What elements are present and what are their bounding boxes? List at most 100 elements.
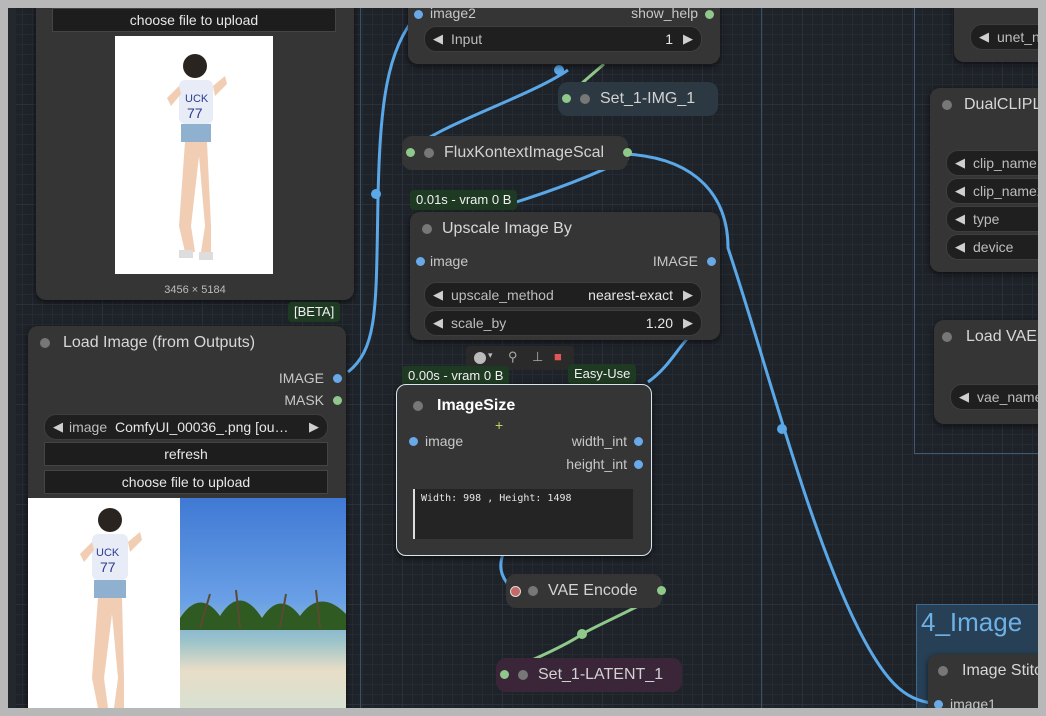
choose-file-button[interactable]: choose file to upload [44,470,328,494]
upscale-input-socket[interactable] [416,257,425,266]
imagesize-title: ImageSize [437,397,516,414]
arrow-left-icon[interactable]: ◀ [955,235,965,259]
vae-encode-output-socket[interactable] [657,586,666,595]
collapse-dot[interactable] [942,332,952,342]
arrow-left-icon[interactable]: ◀ [433,311,443,335]
load-vae-node[interactable]: Load VAE ◀ vae_name [934,320,1038,424]
show-help-socket[interactable] [705,10,714,19]
load-image-node-top[interactable]: choose file to upload UCK 77 3456 × 5184 [36,8,354,300]
collapse-dot[interactable] [424,148,434,158]
set-img-input-socket[interactable] [562,94,571,103]
preview-image-beach [180,498,346,708]
arrow-right-icon[interactable]: ▶ [309,415,319,439]
height-int-socket[interactable] [634,460,643,469]
flux-title: FluxKontextImageScal [444,144,605,161]
arrow-left-icon[interactable]: ◀ [53,415,63,439]
set-latent-title: Set_1-LATENT_1 [538,666,664,683]
upscale-method-widget[interactable]: ◀ upscale_method nearest-exact ▶ [424,282,702,308]
pin-icon[interactable]: ⊥ [532,349,543,365]
vae-encode-node[interactable]: VAE Encode [506,574,666,608]
input-node-top[interactable]: image2 show_help ◀ Input 1 ▶ [408,8,720,64]
dualclip-title: DualCLIPL [964,96,1038,113]
clip-name1-widget[interactable]: ◀ clip_name1 [946,150,1038,176]
imagesize-input-label: image [425,433,464,449]
width-int-socket[interactable] [634,437,643,446]
arrow-left-icon[interactable]: ◀ [955,179,965,203]
arrow-right-icon[interactable]: ▶ [683,27,693,51]
collapse-dot[interactable] [413,401,423,411]
set-latent-node[interactable]: Set_1-LATENT_1 [496,658,682,692]
set-img-node[interactable]: Set_1-IMG_1 [558,82,718,116]
set-latent-input-socket[interactable] [500,670,509,679]
choose-file-button-top[interactable]: choose file to upload [52,8,336,32]
unet-name-widget[interactable]: ◀ unet_n [970,24,1038,50]
imagesize-node[interactable]: ImageSize + image width_int height_int W… [396,384,652,556]
collapse-dot[interactable] [518,670,528,680]
output-image-socket[interactable] [333,374,342,383]
load-outputs-title: Load Image (from Outputs) [63,334,256,351]
scale-by-widget[interactable]: ◀ scale_by 1.20 ▶ [424,310,702,336]
output-mask-socket[interactable] [333,396,342,405]
device-key: device [973,239,1014,255]
svg-text:77: 77 [100,559,116,575]
upscale-method-key: upscale_method [451,287,554,303]
imagesize-text-output[interactable]: Width: 998 , Height: 1498 [413,489,633,539]
clip-name2-widget[interactable]: ◀ clip_name2 [946,178,1038,204]
image-select-key: image [69,419,108,435]
arrow-left-icon[interactable]: ◀ [979,25,989,49]
arrow-left-icon[interactable]: ◀ [433,27,443,51]
pin-tool-icon[interactable]: ⚲ [508,349,518,365]
refresh-button[interactable]: refresh [44,442,328,466]
svg-text:UCK: UCK [185,93,209,105]
beta-badge: [BETA] [288,302,341,322]
arrow-left-icon[interactable]: ◀ [959,385,969,409]
upscale-timing-badge: 0.01s - vram 0 B [410,190,518,210]
collapse-dot[interactable] [422,224,432,234]
upscale-input-label: image [430,253,469,269]
color-picker-icon[interactable] [474,352,486,364]
output-image-label: IMAGE [278,370,324,386]
svg-text:77: 77 [187,105,203,121]
collapse-dot[interactable] [938,666,948,676]
type-widget[interactable]: ◀ type [946,206,1038,232]
collapse-dot[interactable] [942,100,952,110]
arrow-right-icon[interactable]: ▶ [683,311,693,335]
scale-by-value: 1.20 [645,315,673,331]
image-stitch-node[interactable]: Image Stitc image1 [928,654,1038,708]
imagesize-input-socket[interactable] [409,437,418,446]
upscale-method-value: nearest-exact [588,287,673,303]
delete-icon[interactable]: ■ [554,349,562,364]
collapse-dot[interactable] [528,586,538,596]
flux-kontext-scale-node[interactable]: FluxKontextImageScal [402,136,632,170]
left-edge-panel [8,8,16,708]
dropdown-icon[interactable]: ▾ [488,350,493,361]
stitch-title: Image Stitc [962,662,1038,679]
arrow-left-icon[interactable]: ◀ [955,151,965,175]
stitch-image1-socket[interactable] [934,700,943,708]
flux-output-socket[interactable] [623,148,632,157]
input-widget[interactable]: ◀ Input 1 ▶ [424,26,702,52]
canvas[interactable]: 4_Image choose file to upload UCK 77 345… [8,8,1038,708]
arrow-left-icon[interactable]: ◀ [955,207,965,231]
crosshair-icon: + [495,417,504,433]
svg-text:UCK: UCK [96,547,120,559]
preview-image-top: UCK 77 [115,36,273,274]
vae-name-widget[interactable]: ◀ vae_name [950,384,1038,410]
collapse-dot[interactable] [580,94,590,104]
preview-image-person: UCK 77 [28,498,180,708]
arrow-right-icon[interactable]: ▶ [683,283,693,307]
flux-input-socket[interactable] [406,148,415,157]
vae-encode-input-socket[interactable] [510,586,521,597]
load-image-outputs-node[interactable]: Load Image (from Outputs) IMAGE MASK ◀ i… [28,326,346,708]
image-select-widget[interactable]: ◀ image ComfyUI_00036_.png [ou… ▶ [44,414,328,440]
upscale-image-by-node[interactable]: Upscale Image By image IMAGE ◀ upscale_m… [410,212,720,340]
collapse-dot[interactable] [40,338,50,348]
dual-clip-loader-node[interactable]: DualCLIPL ◀ clip_name1 ◀ clip_name2 ◀ ty… [930,88,1038,272]
image2-input-socket[interactable] [414,10,423,19]
upscale-output-socket[interactable] [707,257,716,266]
clip-name1-key: clip_name1 [973,155,1038,171]
arrow-left-icon[interactable]: ◀ [433,283,443,307]
show-help-label: show_help [631,8,698,21]
unet-loader-node[interactable]: ◀ unet_n [954,8,1038,62]
device-widget[interactable]: ◀ device [946,234,1038,260]
